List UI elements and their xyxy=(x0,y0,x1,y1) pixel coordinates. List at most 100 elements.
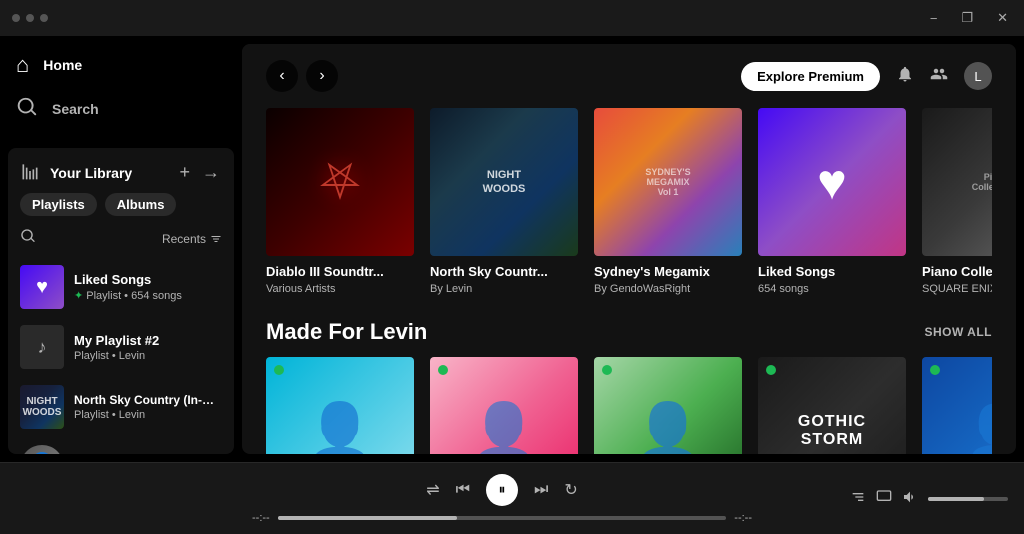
recents-sort[interactable]: Recents xyxy=(162,232,222,246)
play-pause-button[interactable]: ⏸ xyxy=(486,474,518,506)
card-sydney[interactable]: SYDNEY'SMEGAMIXVol 1 Sydney's Megamix By… xyxy=(594,108,742,295)
piano-art-text: PianoCollections xyxy=(972,172,992,192)
volume-button[interactable] xyxy=(902,489,918,508)
tab-playlists[interactable]: Playlists xyxy=(20,193,97,216)
show-all-button[interactable]: Show all xyxy=(924,325,992,339)
diablo-symbol: ⛧ xyxy=(320,153,360,212)
liked-songs-name: Liked Songs xyxy=(74,272,222,287)
library-title-text: Your Library xyxy=(50,165,132,181)
list-item[interactable]: NIGHTWOODS North Sky Country (In-Game) P… xyxy=(8,377,234,437)
made-for-header: Made For Levin Show all xyxy=(266,319,992,345)
repeat-button[interactable]: ↻ xyxy=(564,480,577,500)
progress-bar[interactable] xyxy=(278,516,727,520)
friends-button[interactable] xyxy=(930,65,948,88)
soami-art: 👤 xyxy=(20,445,64,454)
notifications-button[interactable] xyxy=(896,65,914,88)
northsky-sub: By Levin xyxy=(430,283,578,295)
nav-forward-button[interactable]: › xyxy=(306,60,338,92)
northsky-art-text: NIGHTWOODS xyxy=(483,168,526,197)
prev-button[interactable]: ⏮ xyxy=(456,481,470,499)
player-bar: ⇌ ⏮ ⏸ ⏭ ↻ --:-- --:-- xyxy=(0,462,1024,534)
northsky-title: North Sky Countr... xyxy=(430,264,578,279)
total-time: --:-- xyxy=(734,512,752,524)
daily1-person-icon: 👤 xyxy=(306,399,374,455)
list-item[interactable]: ♥ Liked Songs ✦ Playlist • 654 songs xyxy=(8,257,234,317)
card-daily-mix-3[interactable]: 👤 Daily Mix 3 Daily Mix 3 Darren Ang, Mi… xyxy=(594,357,742,454)
card-daily-mix-1[interactable]: 👤 Daily Mix 1 Daily Mix 1 Josh Whelchel,… xyxy=(266,357,414,454)
daily5-art-bg: 👤 Daily Mix 5 xyxy=(922,357,992,454)
made-for-section: Made For Levin Show all 👤 Daily Mix 1 xyxy=(242,311,1016,454)
minimize-button[interactable]: − xyxy=(926,7,942,30)
daily3-person: 👤 xyxy=(634,399,702,455)
close-button[interactable]: ✕ xyxy=(993,6,1012,30)
liked-songs-art: ♥ xyxy=(20,265,64,309)
daily5-badge xyxy=(930,365,940,375)
library-search-icon[interactable] xyxy=(20,228,36,249)
liked-heart-icon: ♥ xyxy=(817,153,847,211)
northsky-art: NIGHTWOODS xyxy=(20,385,64,429)
user-avatar-button[interactable]: L xyxy=(964,62,992,90)
daily4-gothic-text: GOTHICSTORM xyxy=(798,413,866,449)
nav-arrows: ‹ › xyxy=(266,60,338,92)
piano-art-bg: PianoCollections xyxy=(922,108,992,256)
card-diablo[interactable]: ⛧ Diablo III Soundtr... Various Artists xyxy=(266,108,414,295)
library-expand-button[interactable]: → xyxy=(200,160,222,185)
piano-art-wrap: PianoCollections xyxy=(922,108,992,256)
current-time: --:-- xyxy=(252,512,270,524)
dot-1 xyxy=(12,14,20,22)
titlebar-controls: − ❐ ✕ xyxy=(926,6,1012,30)
card-daily-mix-5[interactable]: 👤 Daily Mix 5 Daily Mix 5 Darren Korb, C… xyxy=(922,357,992,454)
soami-name: So Am I xyxy=(74,453,222,455)
northsky-name: North Sky Country (In-Game) xyxy=(74,393,222,407)
library-tabs: Playlists Albums xyxy=(8,193,234,224)
card-liked[interactable]: ♥ Liked Songs 654 songs xyxy=(758,108,906,295)
header-right: Explore Premium L xyxy=(741,62,992,91)
sidebar-item-home[interactable]: ⌂ Home xyxy=(0,44,242,86)
volume-bar[interactable] xyxy=(928,497,1008,501)
playlist2-sub: Playlist • Levin xyxy=(74,350,222,362)
northsky-art-bg: NIGHTWOODS xyxy=(430,108,578,256)
northsky-sub: Playlist • Levin xyxy=(74,409,222,421)
sidebar-home-label: Home xyxy=(43,57,82,73)
queue-button[interactable] xyxy=(850,489,866,508)
card-daily-mix-4[interactable]: GOTHICSTORM Daily Mix 4 Daily Mix 4 Goth… xyxy=(758,357,906,454)
devices-button[interactable] xyxy=(876,489,892,508)
card-piano[interactable]: PianoCollections Piano Collections... SQ… xyxy=(922,108,992,295)
daily-mix-cards: 👤 Daily Mix 1 Daily Mix 1 Josh Whelchel,… xyxy=(266,357,992,454)
shuffle-button[interactable]: ⇌ xyxy=(426,480,439,500)
maximize-button[interactable]: ❐ xyxy=(957,6,977,30)
card-daily-mix-2[interactable]: 👤 Daily Mix 2 Daily Mix 2 ROZEN, Nobuo U… xyxy=(430,357,578,454)
liked-title: Liked Songs xyxy=(758,264,906,279)
daily2-person: 👤 xyxy=(470,399,538,455)
titlebar: − ❐ ✕ xyxy=(0,0,1024,36)
northsky-art-wrap: NIGHTWOODS xyxy=(430,108,578,256)
liked-art-wrap: ♥ xyxy=(758,108,906,256)
main-layout: ⌂ Home Search xyxy=(0,36,1024,462)
list-item[interactable]: 👤 So Am I Album • Kurt Hugo Schneider xyxy=(8,437,234,454)
tab-albums[interactable]: Albums xyxy=(105,193,177,216)
content-header: ‹ › Explore Premium L xyxy=(242,44,1016,100)
card-northsky[interactable]: NIGHTWOODS North Sky Countr... By Levin xyxy=(430,108,578,295)
recently-played-cards: ⛧ Diablo III Soundtr... Various Artists … xyxy=(266,108,992,295)
daily5-person: 👤 xyxy=(965,402,992,455)
daily1-art-bg: 👤 Daily Mix 1 xyxy=(266,357,414,454)
dot-3 xyxy=(40,14,48,22)
library-actions: + → xyxy=(177,160,222,185)
list-item[interactable]: ♪ My Playlist #2 Playlist • Levin xyxy=(8,317,234,377)
daily2-art-bg: 👤 Daily Mix 2 xyxy=(430,357,578,454)
library-icon xyxy=(20,161,40,184)
liked-songs-info: Liked Songs ✦ Playlist • 654 songs xyxy=(74,272,222,302)
next-button[interactable]: ⏭ xyxy=(534,481,548,499)
daily1-person: 👤 xyxy=(266,357,414,454)
sydney-art-bg: SYDNEY'SMEGAMIXVol 1 xyxy=(594,108,742,256)
sidebar-nav: ⌂ Home Search xyxy=(0,36,242,140)
diablo-art-wrap: ⛧ xyxy=(266,108,414,256)
explore-premium-button[interactable]: Explore Premium xyxy=(741,62,880,91)
library-add-button[interactable]: + xyxy=(177,160,192,185)
northsky-info: North Sky Country (In-Game) Playlist • L… xyxy=(74,393,222,421)
daily4-art-bg: GOTHICSTORM Daily Mix 4 xyxy=(758,357,906,454)
green-dot: ✦ xyxy=(74,290,86,302)
sidebar-item-search[interactable]: Search xyxy=(0,86,242,132)
recents-label-text: Recents xyxy=(162,232,206,246)
nav-back-button[interactable]: ‹ xyxy=(266,60,298,92)
